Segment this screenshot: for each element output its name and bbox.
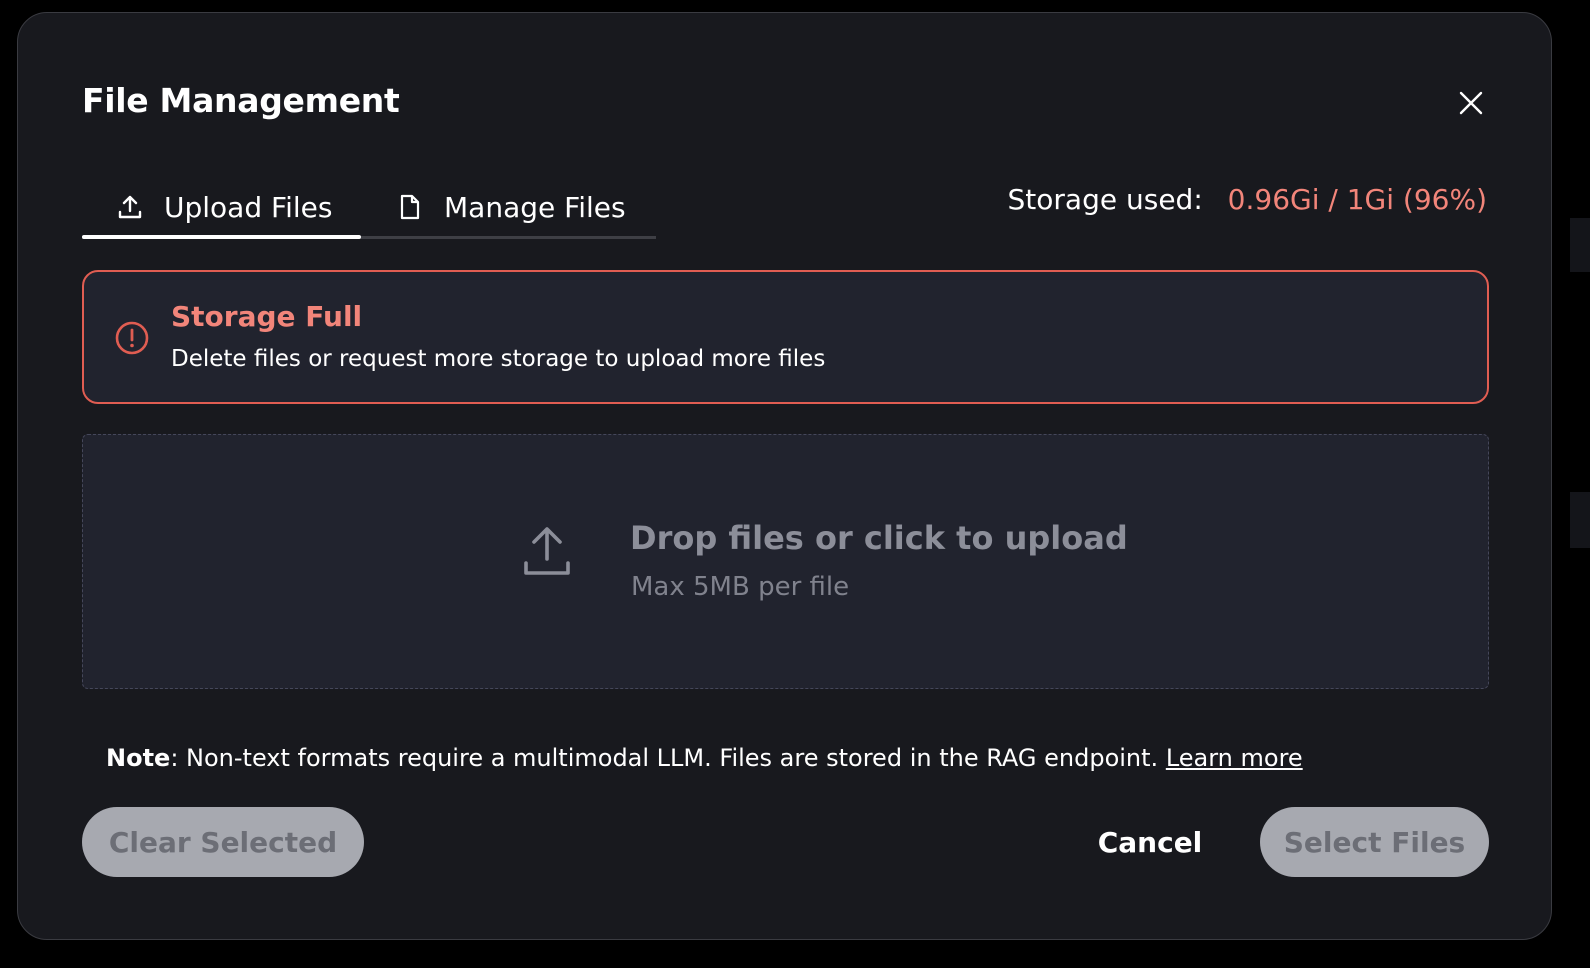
- storage-value: 0.96Gi / 1Gi (96%): [1227, 183, 1487, 216]
- tab-manage-label: Manage Files: [444, 190, 626, 224]
- dialog-title: File Management: [82, 81, 400, 120]
- dropzone-subtitle: Max 5MB per file: [631, 572, 850, 602]
- note-text: Note: Non-text formats require a multimo…: [106, 744, 1303, 772]
- file-icon: [396, 193, 424, 221]
- file-dropzone[interactable]: Drop files or click to upload Max 5MB pe…: [82, 434, 1489, 689]
- storage-label: Storage used:: [1007, 183, 1203, 216]
- note-body: : Non-text formats require a multimodal …: [170, 744, 1166, 772]
- learn-more-link[interactable]: Learn more: [1166, 744, 1303, 772]
- alert-message: Delete files or request more storage to …: [171, 346, 826, 372]
- dropzone-title: Drop files or click to upload: [630, 519, 1128, 557]
- upload-icon: [520, 523, 574, 581]
- alert-circle-icon: [114, 320, 150, 356]
- alert-title: Storage Full: [171, 300, 363, 333]
- cancel-button[interactable]: Cancel: [1080, 807, 1220, 877]
- close-icon: [1459, 91, 1483, 115]
- close-button[interactable]: [1455, 87, 1487, 119]
- backdrop-strip: [1570, 218, 1590, 272]
- upload-icon: [116, 193, 144, 221]
- backdrop-strip: [1570, 492, 1590, 548]
- clear-selected-button[interactable]: Clear Selected: [82, 807, 364, 877]
- tab-upload-label: Upload Files: [164, 190, 333, 224]
- file-management-dialog: File Management Upload Files Manage File…: [17, 12, 1552, 940]
- storage-full-alert: Storage Full Delete files or request mor…: [82, 270, 1489, 404]
- tab-bar: Upload Files Manage Files: [82, 175, 656, 239]
- tab-upload-files[interactable]: Upload Files: [116, 175, 332, 239]
- tab-manage-files[interactable]: Manage Files: [396, 175, 626, 239]
- note-label: Note: [106, 744, 171, 772]
- storage-usage: Storage used: 0.96Gi / 1Gi (96%): [1008, 183, 1487, 216]
- select-files-button[interactable]: Select Files: [1260, 807, 1489, 877]
